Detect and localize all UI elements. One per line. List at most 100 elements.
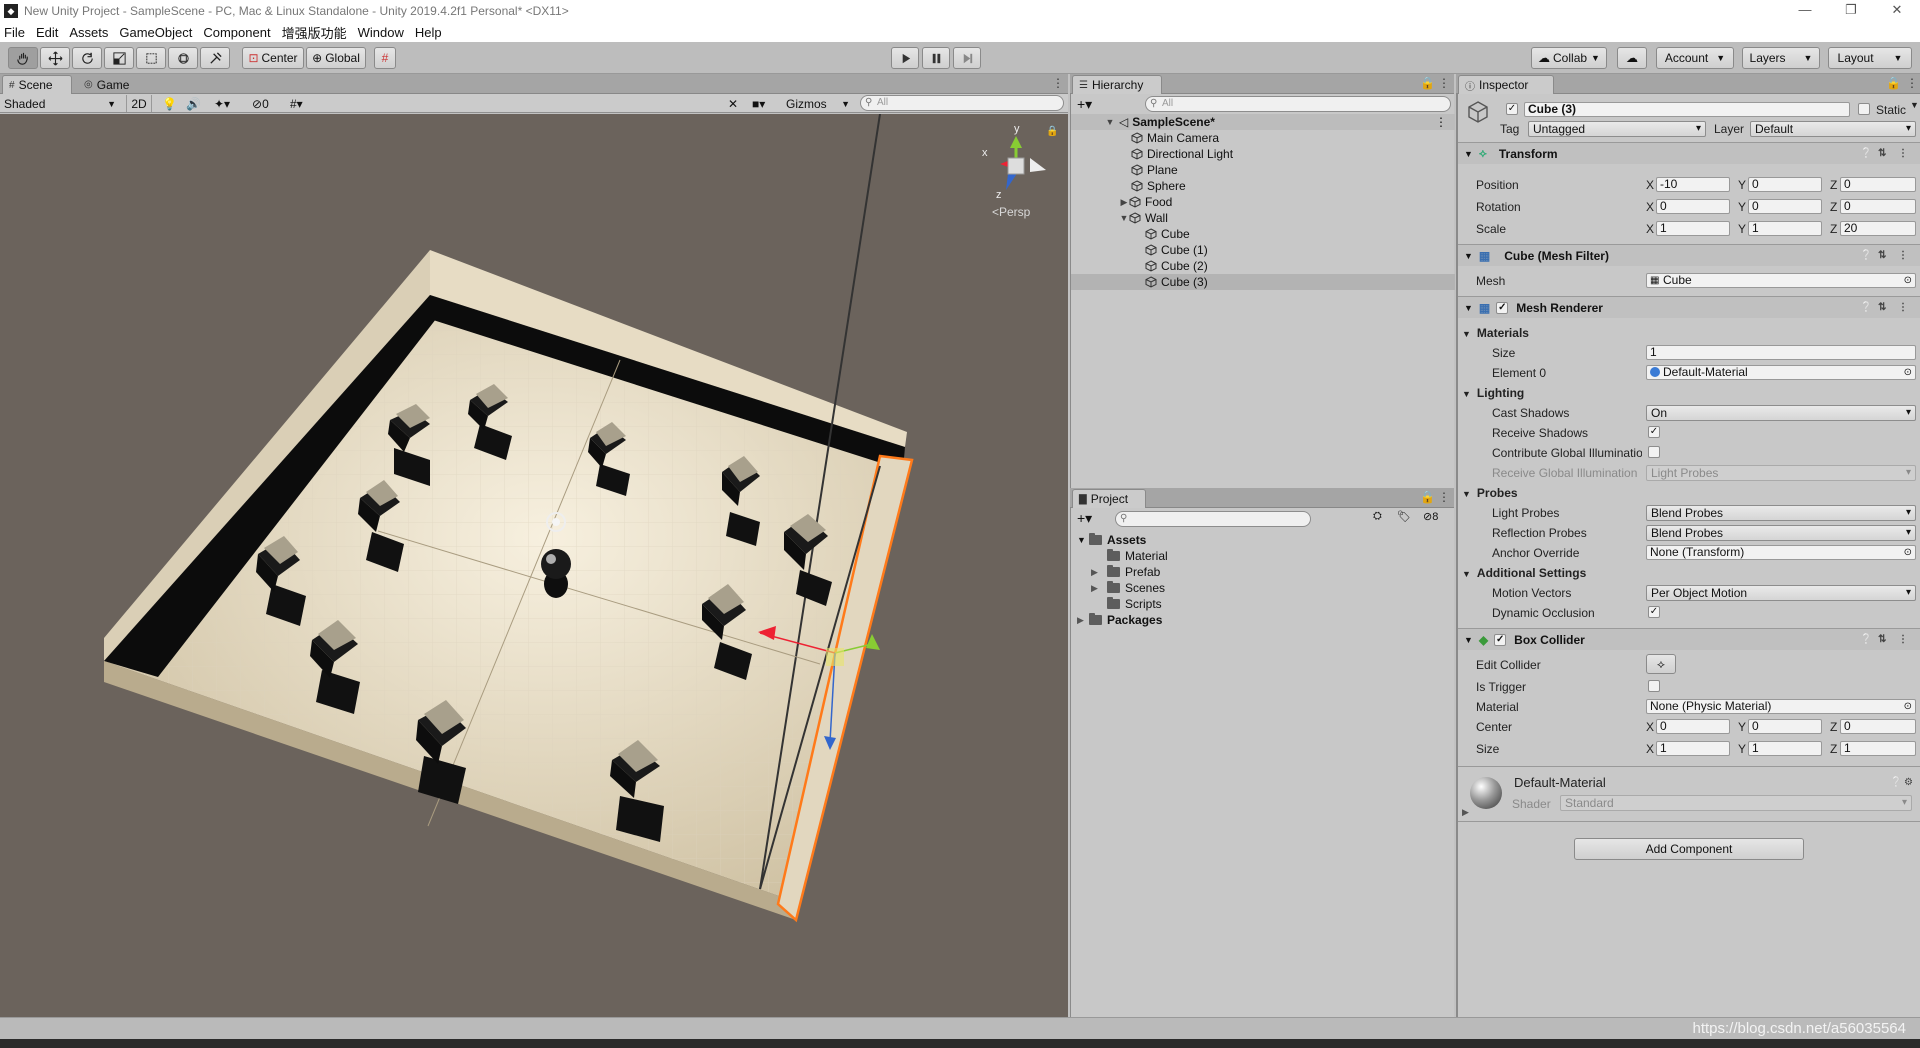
hierarchy-search-input[interactable]: All	[1145, 96, 1451, 112]
settings-gear-icon[interactable]: ⚙	[1904, 777, 1913, 788]
tab-hierarchy[interactable]: ☰ Hierarchy	[1072, 75, 1162, 94]
preset-icon[interactable]: ⇅	[1878, 302, 1886, 313]
hierarchy-item-food[interactable]: ▶ Food	[1071, 194, 1455, 210]
tab-project[interactable]: ▇ Project	[1072, 489, 1146, 508]
shading-mode-dropdown[interactable]: Shaded ▼	[4, 95, 118, 112]
menu-assets[interactable]: Assets	[69, 25, 108, 40]
expand-arrow-icon[interactable]: ▶	[1077, 615, 1089, 626]
scene-menu-icon[interactable]: ⋮	[1052, 76, 1064, 90]
hierarchy-item-plane[interactable]: Plane	[1071, 162, 1455, 178]
transform-header[interactable]: ▼ ⟡ Transform ❔ ⇅ ⋮	[1458, 142, 1920, 164]
hierarchy-item-directional-light[interactable]: Directional Light	[1071, 146, 1455, 162]
hierarchy-item-main-camera[interactable]: Main Camera	[1071, 130, 1455, 146]
position-y-field[interactable]: 0	[1748, 177, 1822, 192]
object-picker-icon[interactable]: ⊙	[1904, 366, 1912, 379]
motion-vectors-dropdown[interactable]: Per Object Motion	[1646, 585, 1916, 601]
2d-mode-toggle[interactable]: 2D	[126, 95, 152, 112]
play-button[interactable]	[891, 47, 919, 69]
component-menu-icon[interactable]: ⋮	[1898, 302, 1908, 313]
lock-icon[interactable]: 🔒	[1046, 125, 1058, 137]
center-z-field[interactable]: 0	[1840, 719, 1916, 734]
project-folder-prefab[interactable]: ▶ Prefab	[1091, 564, 1160, 580]
light-probes-dropdown[interactable]: Blend Probes	[1646, 505, 1916, 521]
object-picker-icon[interactable]: ⊙	[1904, 274, 1912, 287]
object-picker-icon[interactable]: ⊙	[1904, 546, 1912, 559]
tag-dropdown[interactable]: Untagged	[1528, 121, 1706, 137]
is-trigger-checkbox[interactable]	[1648, 680, 1660, 692]
size-z-field[interactable]: 1	[1840, 741, 1916, 756]
rotation-z-field[interactable]: 0	[1840, 199, 1916, 214]
component-menu-icon[interactable]: ⋮	[1898, 148, 1908, 159]
mesh-filter-header[interactable]: ▼ ▦ Cube (Mesh Filter) ❔ ⇅ ⋮	[1458, 244, 1920, 266]
rotation-x-field[interactable]: 0	[1656, 199, 1730, 214]
size-y-field[interactable]: 1	[1748, 741, 1822, 756]
expand-arrow-icon[interactable]: ▶	[1091, 567, 1107, 578]
menu-component[interactable]: Component	[203, 25, 270, 40]
preset-icon[interactable]: ⇅	[1878, 148, 1886, 159]
collapse-arrow-icon[interactable]: ▼	[1462, 569, 1471, 579]
active-checkbox[interactable]: ✓	[1506, 103, 1518, 115]
hidden-packages-toggle[interactable]: ⊘8	[1423, 510, 1438, 523]
project-packages-folder[interactable]: ▶ Packages	[1077, 612, 1162, 628]
collapse-arrow-icon[interactable]: ▼	[1462, 389, 1471, 399]
persp-label[interactable]: <Persp	[992, 205, 1031, 219]
element0-field[interactable]: Default-Material ⊙	[1646, 365, 1916, 380]
box-collider-enabled-checkbox[interactable]: ✓	[1494, 633, 1507, 646]
create-asset-button[interactable]: +▾	[1077, 510, 1092, 527]
transform-tool-button[interactable]	[168, 47, 198, 69]
maximize-button[interactable]: ❐	[1828, 0, 1874, 22]
project-menu-icon[interactable]: ⋮	[1438, 490, 1450, 504]
expand-arrow-icon[interactable]: ▼	[1105, 117, 1115, 127]
menu-help[interactable]: Help	[415, 25, 442, 40]
menu-gameobject[interactable]: GameObject	[119, 25, 192, 40]
size-x-field[interactable]: 1	[1656, 741, 1730, 756]
anchor-override-field[interactable]: None (Transform) ⊙	[1646, 545, 1916, 560]
cast-shadows-dropdown[interactable]: On	[1646, 405, 1916, 421]
reflection-probes-dropdown[interactable]: Blend Probes	[1646, 525, 1916, 541]
scene-menu-icon[interactable]: ⋮	[1435, 115, 1447, 129]
collapse-arrow-icon[interactable]: ▼	[1462, 329, 1471, 339]
collapse-arrow-icon[interactable]: ▼	[1077, 535, 1089, 545]
collapse-arrow-icon[interactable]: ▼	[1464, 251, 1473, 261]
add-component-button[interactable]: Add Component	[1574, 838, 1804, 860]
object-picker-icon[interactable]: ⊙	[1904, 700, 1912, 713]
materials-size-field[interactable]: 1	[1646, 345, 1916, 360]
layers-dropdown[interactable]: Layers ▼	[1742, 47, 1820, 69]
position-z-field[interactable]: 0	[1840, 177, 1916, 192]
tab-inspector[interactable]: ⓘ Inspector	[1458, 75, 1554, 94]
project-search-input[interactable]	[1115, 511, 1311, 527]
dynamic-occlusion-checkbox[interactable]: ✓	[1648, 606, 1660, 618]
contribute-gi-checkbox[interactable]	[1648, 446, 1660, 458]
help-icon[interactable]: ❔	[1860, 148, 1872, 159]
expand-arrow-icon[interactable]: ▶	[1119, 197, 1129, 208]
box-collider-header[interactable]: ▼ ◆ ✓ Box Collider ❔ ⇅ ⋮	[1458, 628, 1920, 650]
tools-icon[interactable]: ✕	[728, 95, 738, 112]
scene-row[interactable]: ▼ ◁ SampleScene* ⋮	[1071, 114, 1455, 130]
rotate-tool-button[interactable]	[72, 47, 102, 69]
pivot-center-button[interactable]: ⊡ Center	[242, 47, 304, 69]
scale-y-field[interactable]: 1	[1748, 221, 1822, 236]
scale-x-field[interactable]: 1	[1656, 221, 1730, 236]
hierarchy-item-cube-3[interactable]: Cube (3)	[1071, 274, 1455, 290]
center-x-field[interactable]: 0	[1656, 719, 1730, 734]
edit-collider-button[interactable]: ⟡	[1646, 654, 1676, 674]
space-global-button[interactable]: ⊕ Global	[306, 47, 366, 69]
scene-visibility-toggle[interactable]: ⊘ 0	[252, 95, 269, 112]
search-by-label-icon[interactable]: 🏷	[1397, 510, 1411, 523]
scene-viewport[interactable]: y x z <Persp 🔒	[0, 114, 1068, 1017]
lock-icon[interactable]: 🔒	[1420, 490, 1435, 504]
cloud-services-button[interactable]: ☁	[1617, 47, 1647, 69]
project-folder-scenes[interactable]: ▶ Scenes	[1091, 580, 1165, 596]
object-name-field[interactable]: Cube (3)	[1524, 102, 1850, 117]
center-y-field[interactable]: 0	[1748, 719, 1822, 734]
preset-icon[interactable]: ⇅	[1878, 250, 1886, 261]
menu-edit[interactable]: Edit	[36, 25, 58, 40]
lock-icon[interactable]: 🔒	[1420, 76, 1435, 90]
layout-dropdown[interactable]: Layout ▼	[1828, 47, 1912, 69]
tab-game[interactable]: ◎ Game	[78, 75, 137, 94]
probes-foldout[interactable]: ▼ Probes	[1462, 486, 1518, 500]
close-button[interactable]: ✕	[1874, 0, 1920, 22]
help-icon[interactable]: ❔	[1860, 634, 1872, 645]
position-x-field[interactable]: -10	[1656, 177, 1730, 192]
preset-icon[interactable]: ⇅	[1878, 634, 1886, 645]
